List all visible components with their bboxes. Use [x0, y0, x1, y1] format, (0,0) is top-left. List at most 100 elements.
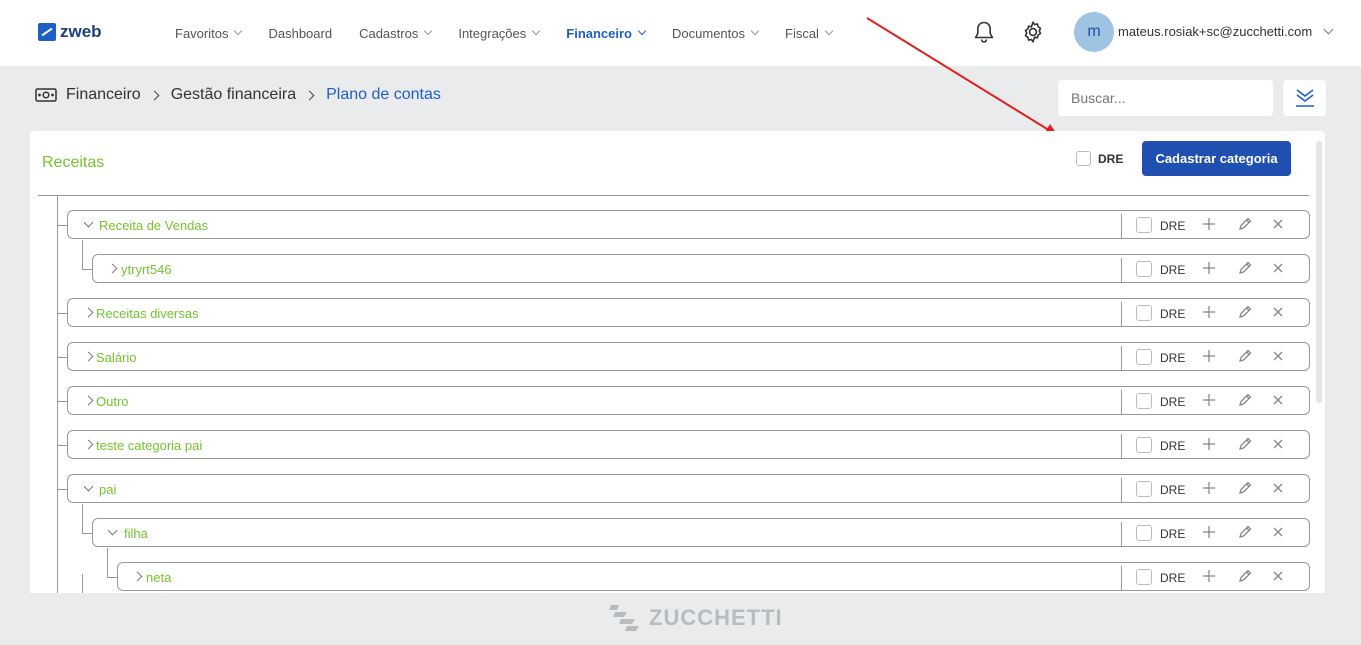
breadcrumb-current-page: Plano de contas: [326, 86, 441, 103]
category-label[interactable]: teste categoria pai: [96, 438, 202, 453]
chevron-right-icon[interactable]: [83, 351, 94, 362]
dre-checkbox[interactable]: [1136, 217, 1152, 233]
pencil-icon[interactable]: [1237, 260, 1253, 276]
export-button[interactable]: [1283, 80, 1326, 116]
panel-dre-checkbox[interactable]: [1076, 151, 1091, 166]
avatar[interactable]: m: [1074, 12, 1114, 52]
category-row[interactable]: Receita de Vendas DRE: [67, 210, 1310, 239]
nav-item-integracoes[interactable]: Integrações: [458, 26, 541, 41]
row-divider: [1121, 478, 1122, 503]
tree-connector: [107, 577, 117, 578]
tree-connector: [57, 445, 67, 446]
tree-connector: [57, 401, 67, 402]
category-row[interactable]: Salário DRE: [67, 342, 1310, 371]
plus-icon[interactable]: [1201, 392, 1217, 408]
dre-checkbox[interactable]: [1136, 393, 1152, 409]
pencil-icon[interactable]: [1237, 568, 1253, 584]
chevron-down-icon[interactable]: [107, 525, 118, 536]
chevron-down-icon[interactable]: [83, 481, 94, 492]
chevron-right-icon[interactable]: [132, 571, 143, 582]
nav-item-dashboard[interactable]: Dashboard: [268, 26, 332, 41]
category-label[interactable]: Outro: [96, 394, 129, 409]
dre-label: DRE: [1160, 571, 1186, 585]
category-label[interactable]: pai: [99, 482, 116, 497]
nav-item-cadastros[interactable]: Cadastros: [359, 26, 433, 41]
chevron-down-icon: [750, 26, 760, 36]
pencil-icon[interactable]: [1237, 304, 1253, 320]
plus-icon[interactable]: [1201, 260, 1217, 276]
plus-icon[interactable]: [1201, 436, 1217, 452]
pencil-icon[interactable]: [1237, 524, 1253, 540]
pencil-icon[interactable]: [1237, 216, 1253, 232]
dre-label: DRE: [1160, 483, 1186, 497]
category-label[interactable]: Salário: [96, 350, 136, 365]
dre-checkbox[interactable]: [1136, 569, 1152, 585]
dre-checkbox[interactable]: [1136, 525, 1152, 541]
chevron-down-icon[interactable]: [83, 217, 94, 228]
user-menu-chevron-icon[interactable]: [1323, 24, 1334, 35]
chevron-right-icon[interactable]: [83, 307, 94, 318]
chevron-right-icon[interactable]: [107, 263, 118, 274]
category-row[interactable]: neta DRE: [117, 562, 1310, 591]
category-row[interactable]: pai DRE: [67, 474, 1310, 503]
plus-icon[interactable]: [1201, 524, 1217, 540]
dre-checkbox[interactable]: [1136, 349, 1152, 365]
chevron-right-icon[interactable]: [83, 395, 94, 406]
nav-item-label: Dashboard: [268, 25, 333, 41]
close-icon[interactable]: [1270, 436, 1286, 452]
money-icon: [35, 88, 57, 102]
close-icon[interactable]: [1270, 392, 1286, 408]
nav-item-documentos[interactable]: Documentos: [672, 26, 760, 41]
dre-label: DRE: [1160, 439, 1186, 453]
category-label[interactable]: ytryrt546: [121, 262, 172, 277]
dre-checkbox[interactable]: [1136, 481, 1152, 497]
close-icon[interactable]: [1270, 348, 1286, 364]
pencil-icon[interactable]: [1237, 480, 1253, 496]
plus-icon[interactable]: [1201, 568, 1217, 584]
search-input[interactable]: [1058, 80, 1273, 116]
pencil-icon[interactable]: [1237, 436, 1253, 452]
nav-item-fiscal[interactable]: Fiscal: [785, 25, 834, 41]
category-row[interactable]: Outro DRE: [67, 386, 1310, 415]
category-label[interactable]: Receita de Vendas: [99, 218, 208, 233]
close-icon[interactable]: [1270, 480, 1286, 496]
logo-text: zweb: [60, 22, 102, 41]
chevron-down-icon: [637, 26, 647, 36]
close-icon[interactable]: [1270, 524, 1286, 540]
tree-connector: [57, 225, 67, 226]
panel-scrollbar[interactable]: [1316, 141, 1322, 403]
category-row[interactable]: ytryrt546 DRE: [92, 254, 1310, 283]
panel-title: Receitas: [42, 154, 105, 171]
tree-connector: [82, 504, 83, 534]
category-label[interactable]: neta: [146, 570, 171, 585]
category-row[interactable]: teste categoria pai DRE: [67, 430, 1310, 459]
category-label[interactable]: filha: [124, 526, 148, 541]
close-icon[interactable]: [1270, 568, 1286, 584]
breadcrumb-gestao-financeira[interactable]: Gestão financeira: [171, 86, 296, 104]
nav-item-label: Fiscal: [785, 25, 819, 41]
category-label[interactable]: Receitas diversas: [96, 306, 199, 321]
pencil-icon[interactable]: [1237, 348, 1253, 364]
user-email[interactable]: mateus.rosiak+sc@zucchetti.com: [1118, 24, 1312, 39]
add-category-button[interactable]: Cadastrar categoria: [1142, 141, 1291, 176]
category-row[interactable]: Receitas diversas DRE: [67, 298, 1310, 327]
chart-of-accounts-panel: Receitas DRE Cadastrar categoria Receita…: [30, 131, 1325, 593]
dre-checkbox[interactable]: [1136, 437, 1152, 453]
dre-checkbox[interactable]: [1136, 261, 1152, 277]
zweb-logo[interactable]: zweb: [38, 22, 102, 42]
dre-checkbox[interactable]: [1136, 305, 1152, 321]
nav-item-favoritos[interactable]: Favoritos: [175, 26, 243, 41]
plus-icon[interactable]: [1201, 480, 1217, 496]
plus-icon[interactable]: [1201, 304, 1217, 320]
category-row[interactable]: filha DRE: [92, 518, 1310, 547]
dre-label: DRE: [1160, 395, 1186, 409]
close-icon[interactable]: [1270, 304, 1286, 320]
plus-icon[interactable]: [1201, 348, 1217, 364]
pencil-icon[interactable]: [1237, 392, 1253, 408]
close-icon[interactable]: [1270, 216, 1286, 232]
breadcrumb-financeiro[interactable]: Financeiro: [66, 86, 141, 104]
chevron-right-icon[interactable]: [83, 439, 94, 450]
plus-icon[interactable]: [1201, 216, 1217, 232]
close-icon[interactable]: [1270, 260, 1286, 276]
nav-item-financeiro[interactable]: Financeiro: [566, 26, 647, 41]
